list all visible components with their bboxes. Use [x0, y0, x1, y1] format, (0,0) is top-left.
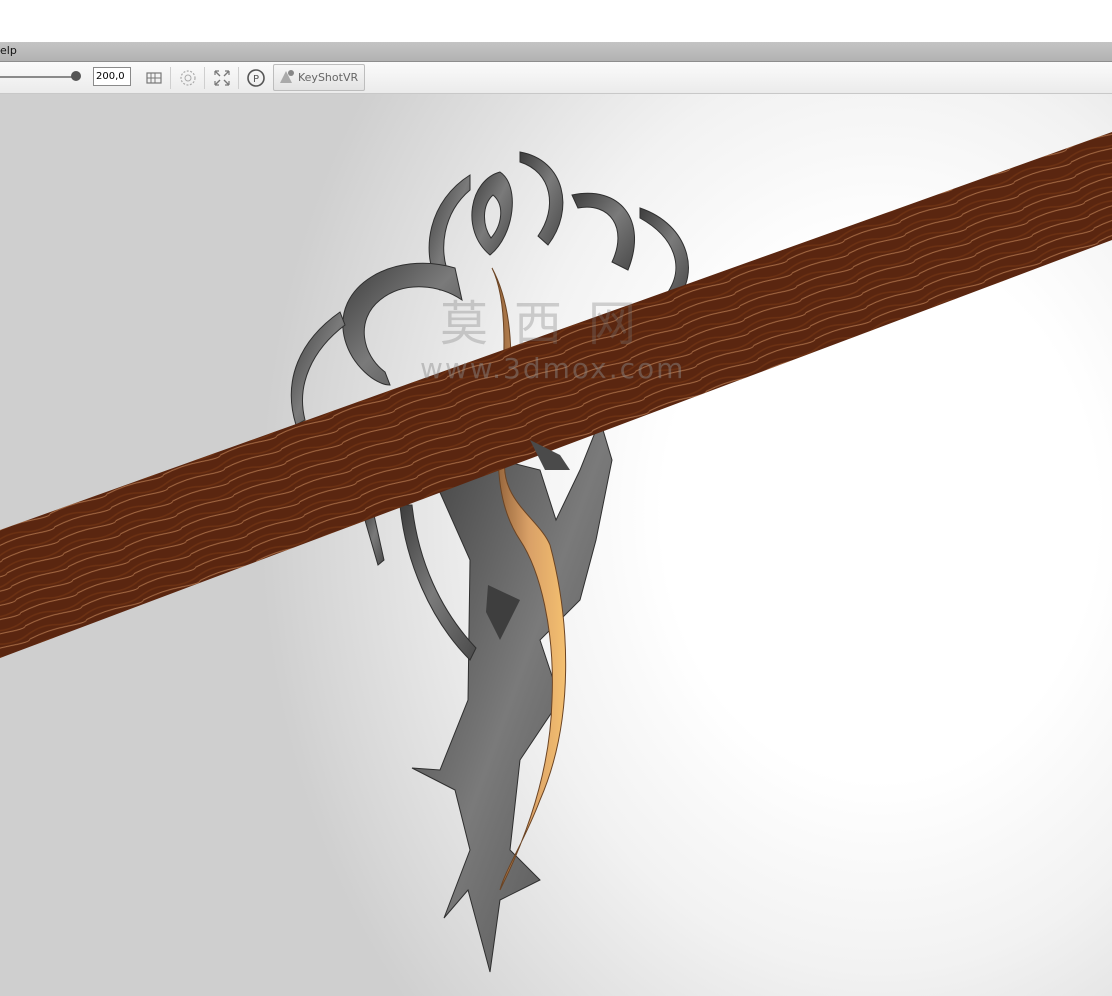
watermark-url: www.3dmox.com	[420, 352, 686, 385]
top-blank-area	[0, 0, 1112, 42]
size-value-input[interactable]: 200,0	[93, 67, 131, 86]
menu-bar: elp	[0, 42, 1112, 62]
watermark-cn: 莫西网	[440, 296, 663, 352]
keyshot-vr-button[interactable]: KeyShotVR	[273, 64, 365, 91]
toolbar-separator	[238, 67, 239, 89]
render-scene	[0, 132, 1112, 973]
toolbar: 200,0 P KeyShotVR	[0, 62, 1112, 94]
render-region-icon[interactable]	[177, 67, 199, 89]
keyshot-vr-icon	[277, 67, 299, 89]
metal-ornament	[290, 151, 689, 973]
network-icon[interactable]: P	[245, 67, 267, 89]
grid-icon[interactable]	[143, 67, 165, 89]
menu-help[interactable]: elp	[0, 44, 17, 57]
fit-view-icon[interactable]	[211, 67, 233, 89]
svg-text:P: P	[253, 74, 259, 85]
render-viewport[interactable]: 莫西网 www.3dmox.com	[0, 94, 1112, 996]
toolbar-separator	[204, 67, 205, 89]
size-slider[interactable]	[0, 76, 76, 78]
toolbar-separator	[170, 67, 171, 89]
keyshot-vr-label: KeyShotVR	[298, 71, 359, 84]
slider-thumb[interactable]	[71, 71, 81, 81]
